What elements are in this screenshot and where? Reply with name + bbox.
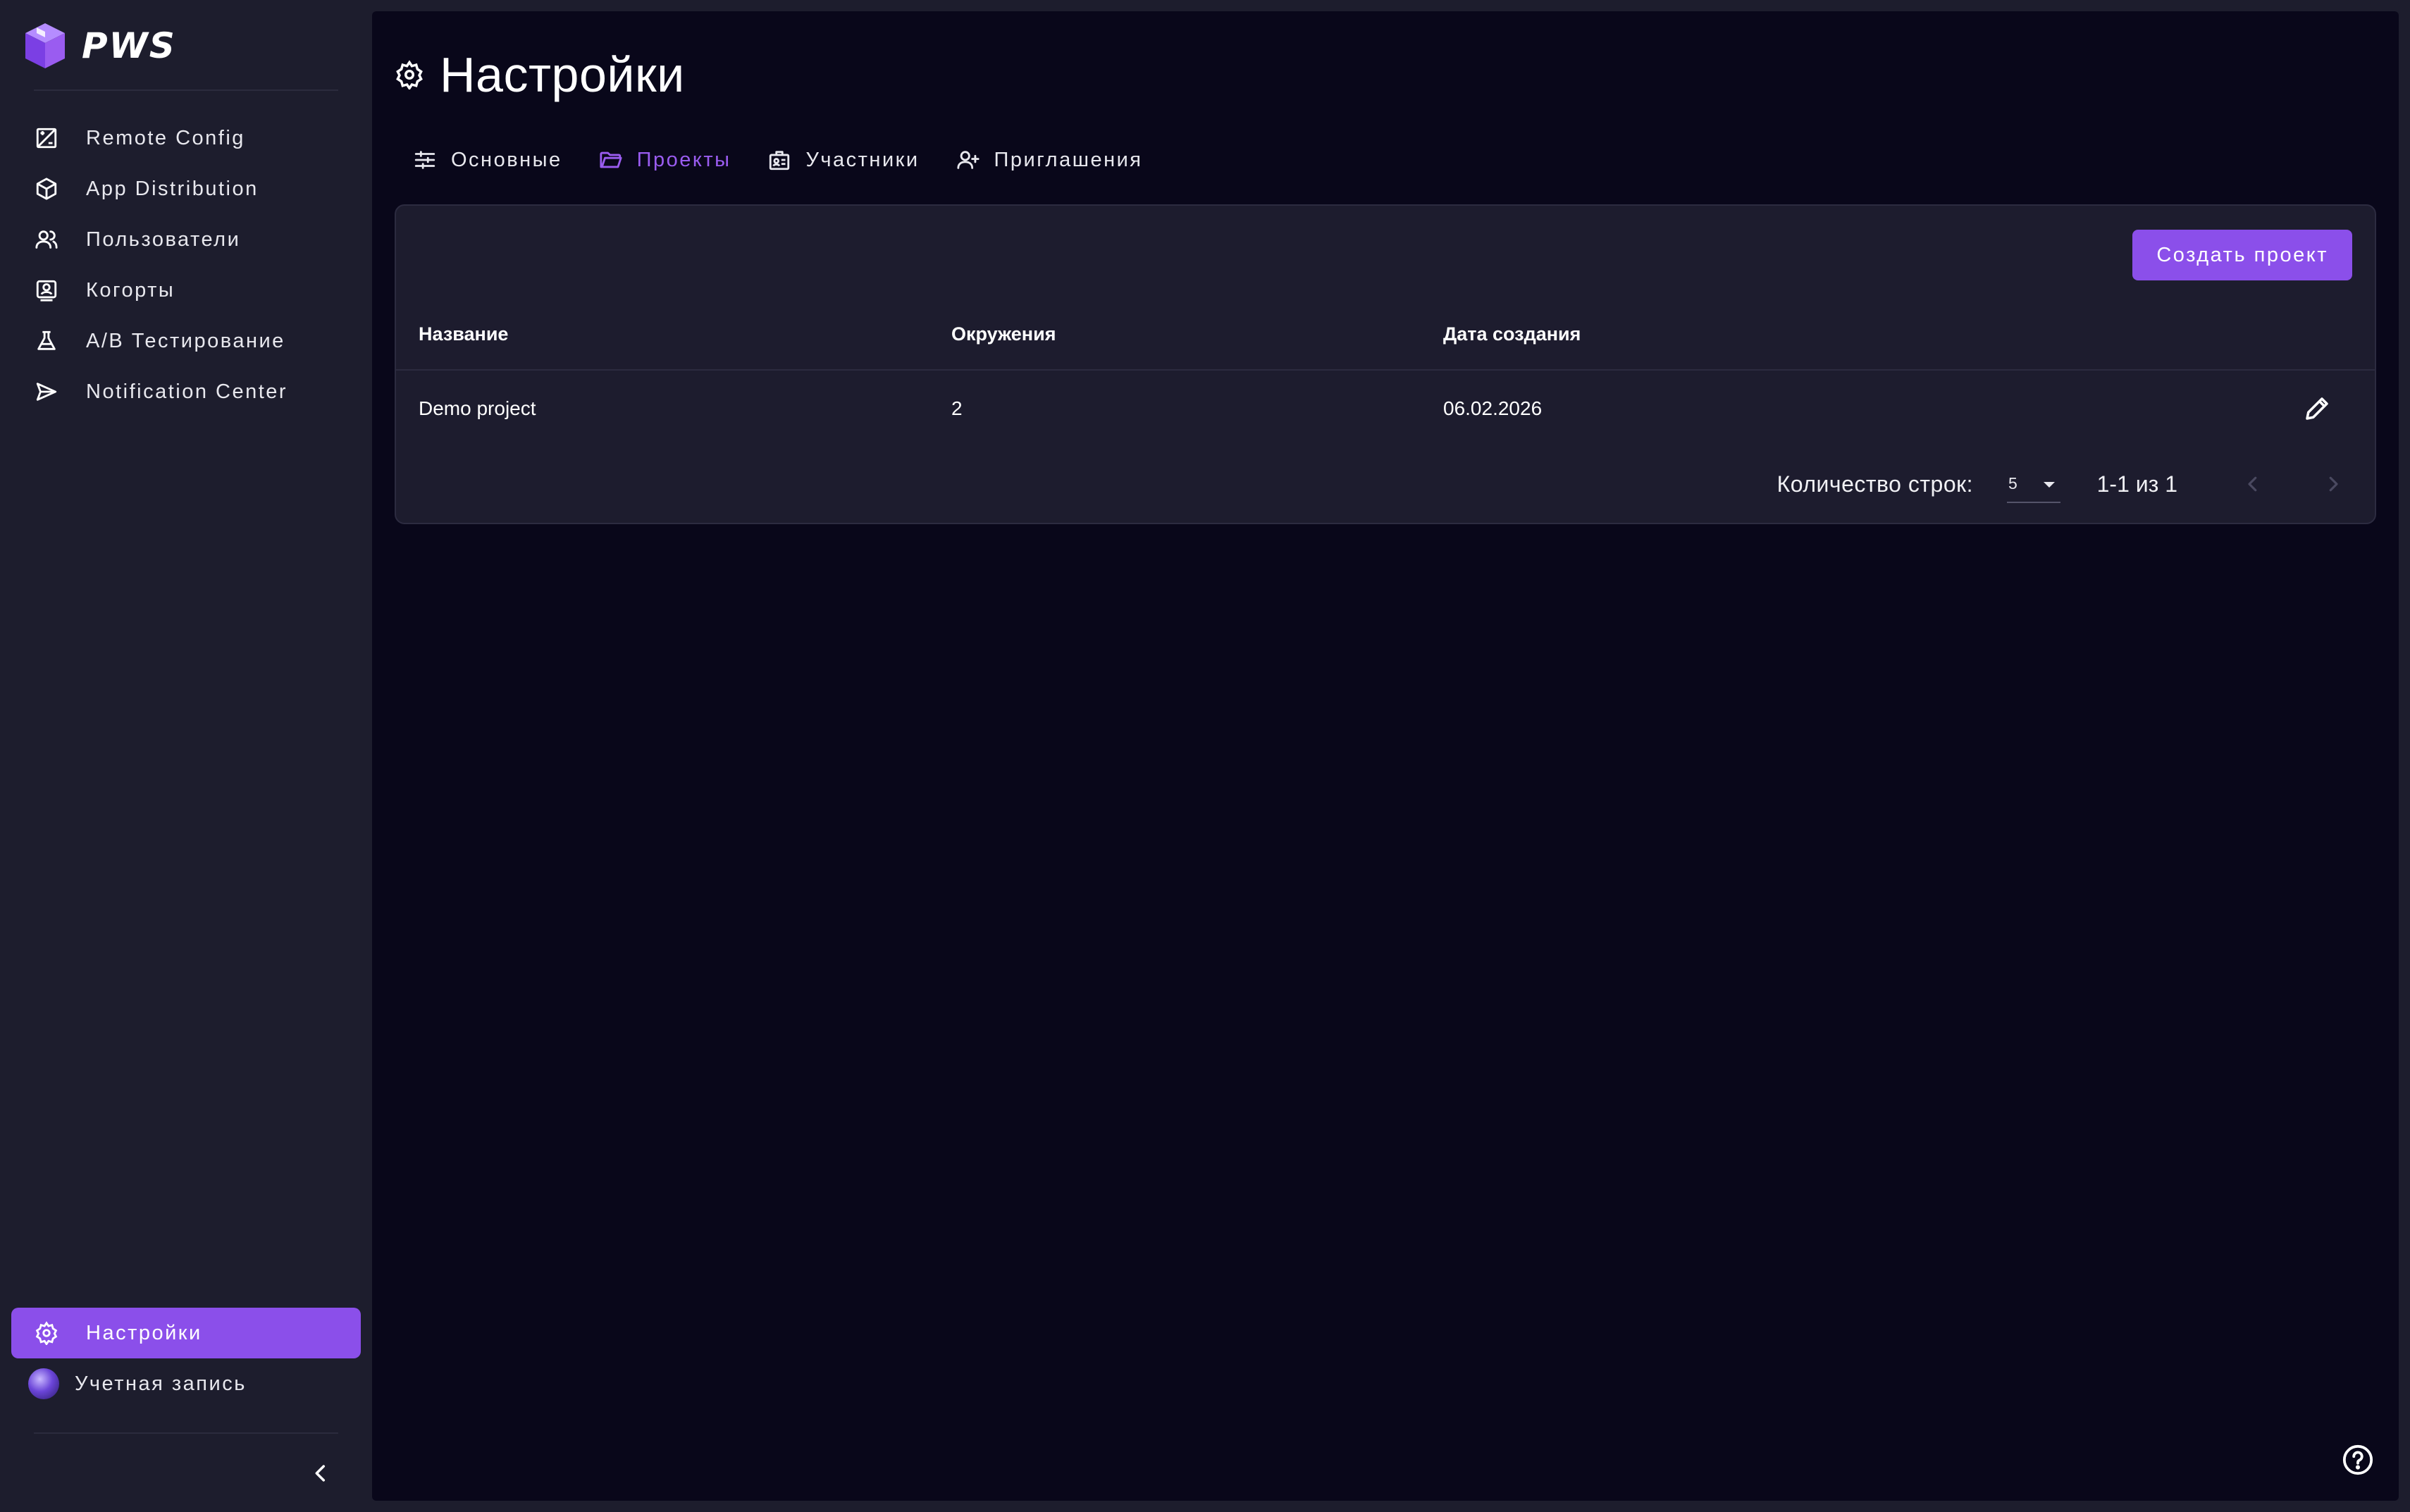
pagination-range: 1-1 из 1 <box>2096 471 2177 497</box>
sidebar-item-remote-config[interactable]: Remote Config <box>11 113 361 163</box>
tab-invitations[interactable]: Приглашения <box>938 135 1161 185</box>
sidebar-item-label: Remote Config <box>86 126 245 149</box>
cube-icon <box>34 176 59 202</box>
sliders-icon <box>414 151 435 169</box>
id-badge-icon <box>770 151 790 171</box>
chevron-left-icon <box>315 1465 326 1482</box>
column-header-name[interactable]: Название <box>419 297 508 371</box>
tab-label: Приглашения <box>994 148 1143 171</box>
column-header-environments[interactable]: Окружения <box>951 297 1056 371</box>
pagination: Количество строк: 5 1-1 из 1 <box>396 452 2375 516</box>
avatar <box>28 1368 59 1399</box>
sidebar-item-settings[interactable]: Настройки <box>11 1308 361 1358</box>
sidebar-item-app-distribution[interactable]: App Distribution <box>11 163 361 214</box>
sidebar-item-ab-testing[interactable]: A/B Тестирование <box>11 316 361 366</box>
settings-tabs: Основные Проекты Участники Приглашения <box>395 135 1161 185</box>
created-date-cell: 06.02.2026 <box>1443 397 1543 419</box>
collapse-sidebar-button[interactable] <box>304 1457 337 1489</box>
help-icon <box>2342 1444 2373 1475</box>
chevron-right-icon <box>2329 476 2338 492</box>
main-content: Настройки Основные Проекты Участники При… <box>372 11 2399 1501</box>
cohort-icon <box>34 278 59 303</box>
sidebar-nav: Remote Config App Distribution Пользоват… <box>11 113 361 417</box>
brand-name: PWS <box>82 25 176 66</box>
rows-per-page-label: Количество строк: <box>1776 471 1973 497</box>
table-header: Название Окружения Дата создания <box>396 297 2375 371</box>
sidebar-item-label: Notification Center <box>86 380 288 403</box>
tab-projects[interactable]: Проекты <box>581 135 750 185</box>
tab-members[interactable]: Участники <box>749 135 937 185</box>
page-title: Настройки <box>440 47 685 102</box>
sidebar-bottom: Настройки Учетная запись <box>11 1308 361 1409</box>
sidebar-item-users[interactable]: Пользователи <box>11 214 361 265</box>
chevron-left-icon <box>2248 476 2257 492</box>
help-button[interactable] <box>2341 1443 2375 1477</box>
sidebar-item-label: Когорты <box>86 278 175 302</box>
sidebar-item-account[interactable]: Учетная запись <box>11 1358 361 1409</box>
pencil-icon <box>2306 397 2328 420</box>
flask-icon <box>34 328 59 354</box>
projects-card: Создать проект Название Окружения Дата с… <box>395 204 2376 524</box>
tab-label: Проекты <box>636 148 731 171</box>
environments-cell: 2 <box>951 397 963 419</box>
folder-icon <box>600 151 622 168</box>
previous-page-button[interactable] <box>2237 468 2269 500</box>
user-plus-icon <box>956 151 980 169</box>
gear-icon <box>396 60 423 89</box>
sidebar-item-label: Настройки <box>86 1321 202 1344</box>
tab-label: Основные <box>451 148 562 171</box>
divider <box>34 1432 338 1434</box>
tab-general[interactable]: Основные <box>395 135 581 185</box>
edit-project-button[interactable] <box>2299 390 2335 427</box>
account-label: Учетная запись <box>75 1372 247 1395</box>
rows-per-page-select[interactable]: 5 <box>2007 465 2060 503</box>
rows-per-page-value: 5 <box>2008 473 2017 492</box>
page-header: Настройки <box>395 32 685 117</box>
brand-logo[interactable]: PWS <box>24 21 176 70</box>
table-row[interactable]: Demo project 2 06.02.2026 <box>396 372 2375 445</box>
users-icon <box>34 227 59 252</box>
sidebar-item-label: Пользователи <box>86 228 241 251</box>
tab-label: Участники <box>805 148 920 171</box>
create-project-button[interactable]: Создать проект <box>2132 230 2352 280</box>
column-header-created[interactable]: Дата создания <box>1443 297 1581 371</box>
sidebar-item-cohorts[interactable]: Когорты <box>11 265 361 316</box>
caret-down-icon <box>2044 482 2055 488</box>
sidebar-item-notification-center[interactable]: Notification Center <box>11 366 361 417</box>
divider <box>34 89 338 91</box>
sidebar-item-label: App Distribution <box>86 177 259 200</box>
send-icon <box>34 379 59 404</box>
sidebar-item-label: A/B Тестирование <box>86 329 285 352</box>
remote-config-icon <box>34 125 59 151</box>
sidebar: PWS Remote Config App Distribution Польз… <box>0 0 372 1512</box>
pws-cube-icon <box>25 23 65 68</box>
next-page-button[interactable] <box>2317 468 2349 500</box>
project-name-cell: Demo project <box>419 397 536 419</box>
gear-icon <box>34 1320 59 1346</box>
